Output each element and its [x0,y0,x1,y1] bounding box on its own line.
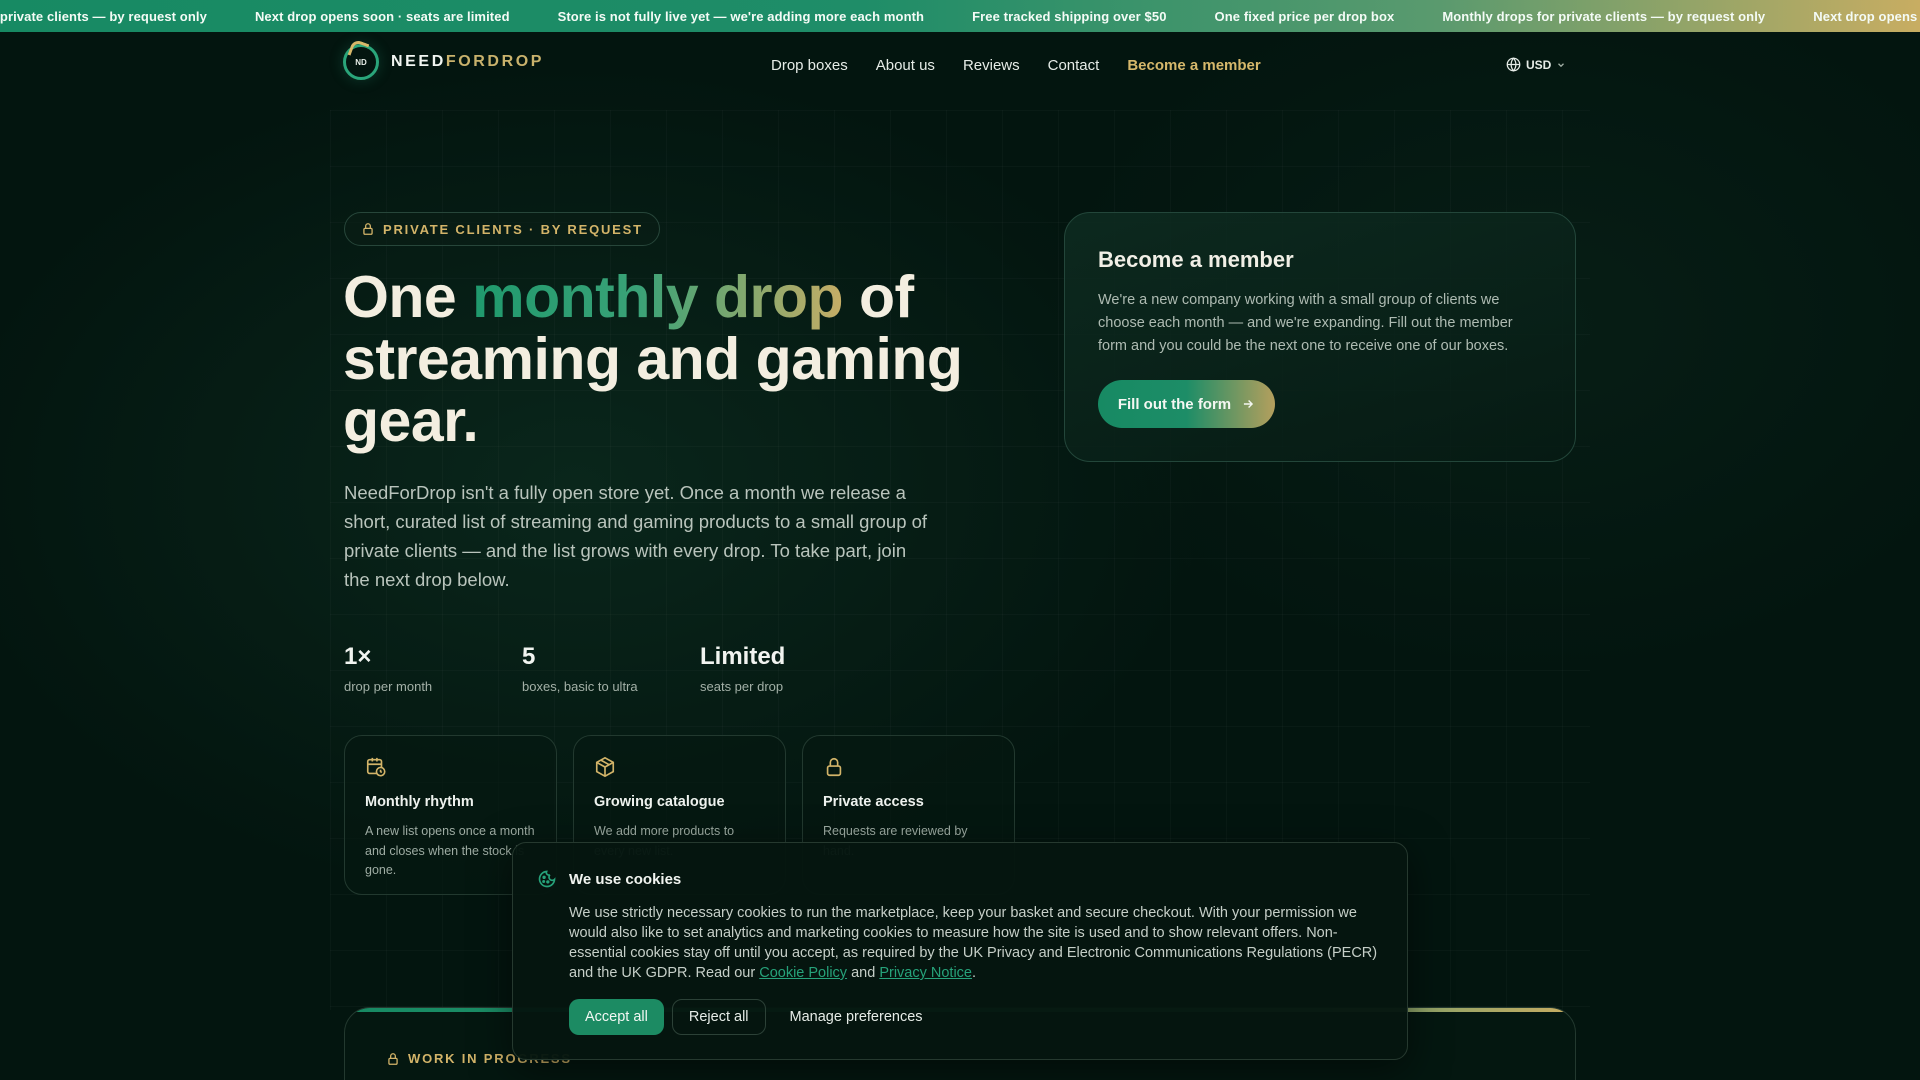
ticker-item: Store is not fully live yet — we're addi… [557,8,925,24]
hero-description: NeedForDrop isn't a fully open store yet… [344,482,928,590]
cookie-body-and: and [847,965,880,981]
fill-out-form-label: Fill out the form [1117,395,1232,413]
globe-icon [1506,57,1521,72]
main-nav: Drop boxes About us Reviews Contact Beco… [771,57,1261,74]
stat-item: 5 boxes, basic to ultra [522,643,700,694]
hero-title-pre: One [343,264,473,330]
cookie-text: We use strictly necessary cookies to run… [569,903,1389,983]
currency-label: USD [1526,57,1552,72]
cookie-actions: Accept all Reject all Manage preferences [569,999,939,1035]
cookie-policy-link[interactable]: Cookie Policy [759,965,847,981]
reject-all-button[interactable]: Reject all [671,999,766,1035]
ticker-track: Monthly drops for private clients — by r… [0,0,1920,32]
nav-about-us[interactable]: About us [876,57,935,74]
ticker-item: Monthly drops for private clients — by r… [1442,8,1766,24]
feature-desc: A new list opens once a month and closes… [365,824,535,877]
arrow-right-icon [1244,400,1254,408]
logo[interactable]: ND NEEDFORDROP [343,44,544,80]
stat-item: Limited seats per drop [700,643,878,694]
manage-preferences-button[interactable]: Manage preferences [774,999,939,1035]
cookie-icon [538,870,556,888]
logo-word-fordrop: FORDROP [445,53,545,70]
stat-label: drop per month [344,679,433,694]
accept-all-button[interactable]: Accept all [569,999,664,1035]
stat-item: 1× drop per month [344,643,522,694]
logo-word-need: NEED [391,53,446,70]
stat-label: seats per drop [700,679,784,694]
stat-value: 1× [344,643,372,670]
box-icon [595,756,615,778]
cookie-header: We use cookies [537,869,681,889]
cookie-body-end: . [971,965,977,981]
fill-out-form-button[interactable]: Fill out the form [1098,380,1275,428]
stats-row: 1× drop per month 5 boxes, basic to ultr… [344,643,878,694]
ticker-item: One fixed price per drop box [1214,8,1395,24]
ticker-item: Free tracked shipping over $50 [972,8,1167,24]
site-header: ND NEEDFORDROP Drop boxes About us Revie… [0,32,1920,100]
ticker-item: Next drop opens soon · seats are limited [254,8,510,24]
currency-selector[interactable]: USD [1506,57,1566,72]
nav-reviews[interactable]: Reviews [963,57,1020,74]
stat-value: Limited [700,643,786,670]
nav-drop-boxes[interactable]: Drop boxes [771,57,848,74]
member-card-title: Become a member [1098,247,1294,272]
badge-text: PRIVATE CLIENTS · BY REQUEST [383,221,643,237]
become-member-card: Become a member We're a new company work… [1064,212,1576,462]
privacy-notice-link[interactable]: Privacy Notice [879,965,972,981]
logo-mark-icon: ND [343,44,379,80]
stat-label: boxes, basic to ultra [522,679,638,694]
feature-title: Monthly rhythm [365,794,474,810]
feature-title: Growing catalogue [594,794,725,810]
member-card-description: We're a new company working with a small… [1098,292,1513,354]
chevron-down-icon [1558,62,1565,67]
feature-title: Private access [823,794,924,810]
private-clients-badge: PRIVATE CLIENTS · BY REQUEST [344,212,660,246]
hero-title-highlight: monthly drop [472,264,844,330]
hero-title: One monthly drop of streaming and gaming… [343,266,1023,452]
ticker-item: Monthly drops for private clients — by r… [0,8,207,24]
nav-become-member[interactable]: Become a member [1127,57,1260,74]
lock-icon [826,757,842,777]
ticker-item: Next drop opens soon · seats are limited [1813,8,1920,24]
logo-wordmark: NEEDFORDROP [391,53,544,71]
lock-icon [388,1052,398,1065]
stat-value: 5 [522,643,536,670]
announcement-ticker: Monthly drops for private clients — by r… [0,0,1920,32]
lock-icon [363,223,373,235]
logo-mark-text: ND [355,57,367,67]
cookie-banner: We use cookies We use strictly necessary… [512,842,1408,1060]
nav-contact[interactable]: Contact [1048,57,1100,74]
calendar-clock-icon [366,757,386,777]
cookie-title: We use cookies [569,870,682,888]
